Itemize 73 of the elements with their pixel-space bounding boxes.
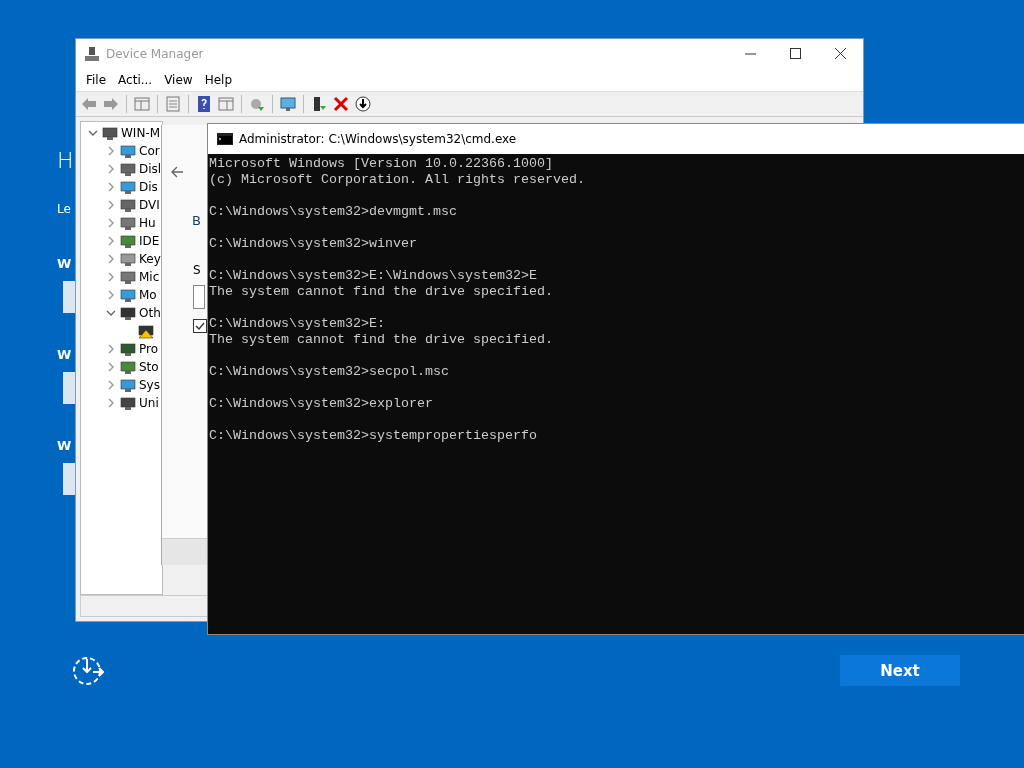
console-line: C:\Windows\system32>explorer xyxy=(209,396,433,412)
tree-item[interactable]: Uni xyxy=(139,396,159,410)
console-line: (c) Microsoft Corporation. All rights reserved. xyxy=(209,172,585,188)
help-icon[interactable] xyxy=(195,95,213,113)
device-icon xyxy=(102,125,118,141)
tree-item[interactable]: Pro xyxy=(139,342,159,356)
pane-icon[interactable] xyxy=(133,95,151,113)
section-label: W xyxy=(57,256,72,271)
app-icon xyxy=(84,46,100,62)
page-subtitle: Le xyxy=(57,202,71,216)
tree-item[interactable]: Disl xyxy=(139,162,162,176)
device-icon xyxy=(120,197,136,213)
console-line: The system cannot find the drive specified. xyxy=(209,284,553,300)
dialog-heading: B xyxy=(192,213,201,228)
page-heading: H xyxy=(57,147,74,175)
device-icon xyxy=(120,395,136,411)
tree-item[interactable]: Key xyxy=(139,252,161,266)
device-icon xyxy=(120,341,136,357)
console-line: C:\Windows\system32>devmgmt.msc xyxy=(209,204,457,220)
tree-item[interactable]: Oth xyxy=(139,306,161,320)
device-icon xyxy=(120,161,136,177)
console-line: C:\Windows\system32>E: xyxy=(209,316,385,332)
tree-item[interactable]: IDE xyxy=(139,234,160,248)
tree-item[interactable]: WIN-M xyxy=(121,126,161,140)
device-icon xyxy=(120,377,136,393)
device-icon xyxy=(120,305,136,321)
tree-item[interactable]: Sto xyxy=(139,360,159,374)
device-icon xyxy=(120,269,136,285)
tree-item[interactable]: Dis xyxy=(139,180,158,194)
console-line: The system cannot find the drive specified. xyxy=(209,332,553,348)
tree-item[interactable]: Mo xyxy=(139,288,157,302)
list-icon[interactable] xyxy=(164,95,182,113)
field-label: S xyxy=(193,263,201,277)
console-line: C:\Windows\system32>systempropertiesperfo xyxy=(209,428,537,444)
input-field[interactable] xyxy=(63,463,75,495)
input-field[interactable] xyxy=(193,285,205,309)
tree-item[interactable]: Sys xyxy=(139,378,160,392)
menu-item[interactable]: View xyxy=(158,73,199,87)
section-label: W xyxy=(57,438,72,453)
panel-icon[interactable] xyxy=(217,95,235,113)
accessibility-icon[interactable] xyxy=(71,655,105,687)
console-line: C:\Windows\system32>E:\Windows\system32>E xyxy=(209,268,537,284)
window-title: Device Manager xyxy=(106,47,204,61)
back-arrow-icon[interactable] xyxy=(170,165,184,179)
input-field[interactable] xyxy=(63,372,75,404)
tree-item[interactable]: Hu xyxy=(139,216,156,230)
device-icon xyxy=(120,215,136,231)
device-icon xyxy=(120,179,136,195)
menu-item[interactable]: Help xyxy=(198,73,238,87)
forward-arrow-icon[interactable] xyxy=(102,95,120,113)
console-icon xyxy=(217,133,233,145)
uninstall-icon[interactable] xyxy=(332,95,350,113)
warning-device-icon xyxy=(138,323,154,339)
device-icon xyxy=(120,287,136,303)
window-title: Administrator: C:\Windows\system32\cmd.exe xyxy=(239,132,517,146)
menu-item[interactable]: Acti... xyxy=(112,73,159,87)
console-line: C:\Windows\system32>secpol.msc xyxy=(209,364,449,380)
input-field[interactable] xyxy=(63,281,75,313)
menu-item[interactable]: File xyxy=(80,73,113,87)
tree-item[interactable]: Cor xyxy=(139,144,160,158)
device-icon xyxy=(120,251,136,267)
console-line: Microsoft Windows [Version 10.0.22366.1000] xyxy=(209,156,553,172)
device-icon xyxy=(120,143,136,159)
tree-item[interactable]: Mic xyxy=(139,270,160,284)
console-line: C:\Windows\system32>winver xyxy=(209,236,417,252)
next-button[interactable]: Next xyxy=(840,655,960,686)
section-label: W xyxy=(57,347,72,362)
monitor-icon[interactable] xyxy=(279,95,297,113)
device-icon xyxy=(120,233,136,249)
tree-item[interactable]: DVI xyxy=(139,198,160,212)
checkbox[interactable] xyxy=(193,319,207,333)
download-circle-icon[interactable] xyxy=(354,95,372,113)
device-icon xyxy=(120,359,136,375)
